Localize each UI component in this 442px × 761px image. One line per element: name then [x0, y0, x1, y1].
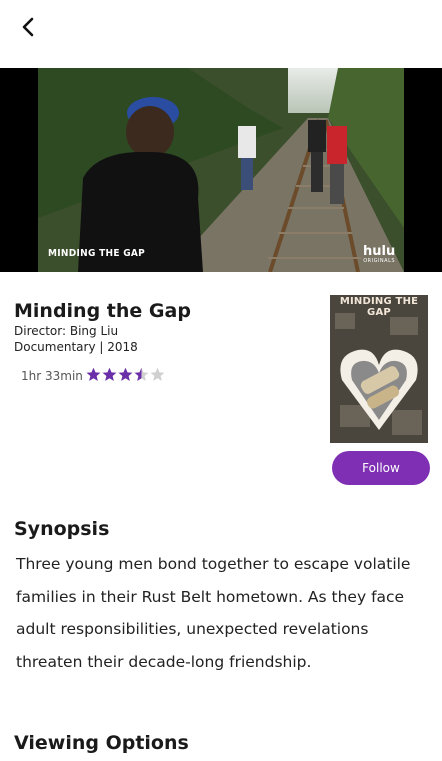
top-bar [0, 0, 442, 68]
hulu-logo-text: hulu [363, 244, 396, 259]
movie-director: Director: Bing Liu [14, 324, 119, 338]
hero-overlay-title: MINDING THE GAP [48, 248, 146, 259]
originals-logo-text: ORIGINALS [363, 258, 396, 264]
follow-button[interactable]: Follow [332, 451, 430, 485]
star-icon [102, 367, 117, 381]
movie-title: Minding the Gap [14, 300, 191, 322]
movie-poster[interactable]: MINDING THE GAP [330, 295, 428, 443]
star-icon [150, 367, 165, 381]
poster-title: MINDING THE GAP [339, 296, 419, 318]
movie-genre-year: Documentary | 2018 [14, 340, 138, 354]
viewing-options-heading: Viewing Options [14, 732, 189, 754]
hero-video-still[interactable] [0, 68, 442, 272]
synopsis-heading: Synopsis [14, 518, 110, 540]
back-arrow-icon[interactable] [16, 14, 42, 40]
star-rating [86, 367, 165, 382]
star-icon [118, 367, 133, 381]
star-icon [134, 367, 149, 381]
synopsis-text: Three young men bond together to escape … [16, 555, 411, 671]
hero-image [38, 68, 404, 272]
star-icon [86, 367, 101, 381]
hulu-originals-logo: hulu ORIGINALS [363, 245, 395, 264]
movie-runtime: 1hr 33min [21, 369, 83, 383]
